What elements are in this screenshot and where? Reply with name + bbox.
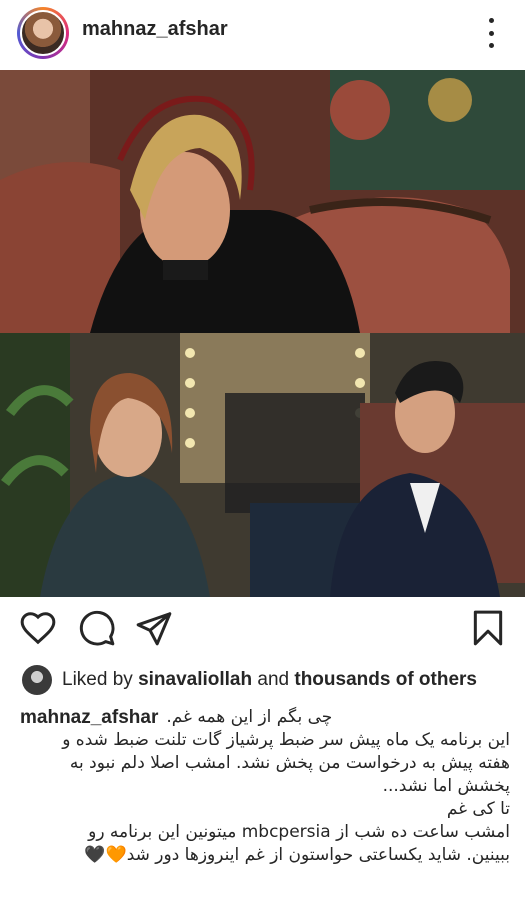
caption-username[interactable]: mahnaz_afshar (20, 706, 158, 729)
post-caption: mahnaz_afshar چی بگم از این همه غم. این … (20, 706, 510, 867)
caption-text: چی بگم از این همه غم. (166, 707, 333, 727)
caption-body: این برنامه یک ماه پیش سر ضبط پرشیاز گات … (20, 729, 510, 867)
liked-by[interactable]: Liked by sinavaliollah and thousands of … (22, 663, 477, 697)
liked-others[interactable]: thousands of others (294, 669, 477, 690)
share-icon[interactable] (135, 609, 173, 647)
caption-first-line: mahnaz_afshar چی بگم از این همه غم. (20, 706, 510, 729)
post-photo-top[interactable] (0, 70, 525, 333)
comment-icon[interactable] (78, 609, 116, 647)
liked-by-avatar (22, 665, 52, 695)
caption-line: این برنامه یک ماه پیش سر ضبط پرشیاز گات … (62, 730, 510, 750)
bookmark-icon[interactable] (469, 609, 507, 647)
more-vertical-icon[interactable] (483, 18, 499, 48)
liked-by-text: Liked by sinavaliollah and thousands of … (62, 669, 477, 691)
caption-line: پخشش اما نشد... (382, 776, 510, 796)
post-header: mahnaz_afshar (0, 0, 525, 66)
liked-user[interactable]: sinavaliollah (138, 669, 252, 690)
caption-line: هفته پیش به درخواست من پخش نشد. امشب اصل… (69, 753, 510, 773)
liked-prefix: Liked by (62, 669, 133, 690)
heart-icon[interactable] (19, 609, 57, 647)
caption-line: تا کی غم (446, 799, 510, 819)
liked-conjunction: and (257, 669, 290, 690)
post-photo-bottom[interactable] (0, 333, 525, 597)
avatar-image (20, 10, 66, 56)
caption-line: ببینین. شاید یکساعتی حواستون از غم اینرو… (84, 845, 510, 865)
avatar[interactable] (17, 7, 69, 59)
caption-line: امشب ساعت ده شب از mbcpersia میتونین این… (88, 822, 510, 842)
post-username[interactable]: mahnaz_afshar (82, 18, 228, 41)
action-bar (0, 597, 525, 661)
